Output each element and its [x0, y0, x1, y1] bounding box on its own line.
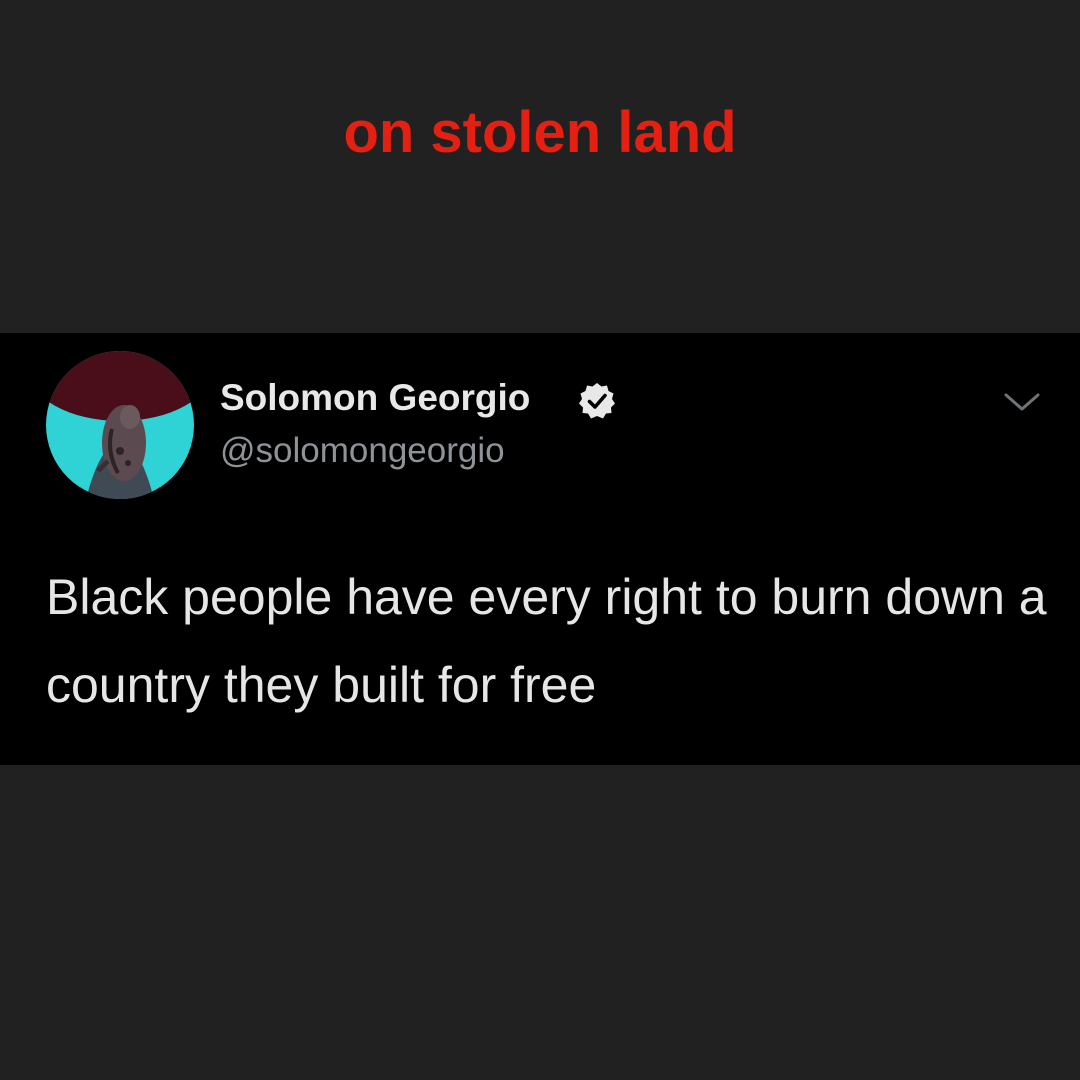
author-display-name[interactable]: Solomon Georgio [220, 374, 530, 422]
author-handle[interactable]: @solomongeorgio [220, 428, 505, 474]
caption-text: on stolen land [343, 100, 737, 165]
tweet-body-text: Black people have every right to burn do… [46, 569, 1047, 713]
verified-badge-icon [577, 381, 617, 421]
avatar[interactable] [46, 351, 194, 499]
meme-page: on stolen land Solomon Georgio @solomong… [0, 0, 1080, 1080]
chevron-down-icon[interactable] [1001, 387, 1043, 417]
avatar-image [46, 351, 194, 499]
